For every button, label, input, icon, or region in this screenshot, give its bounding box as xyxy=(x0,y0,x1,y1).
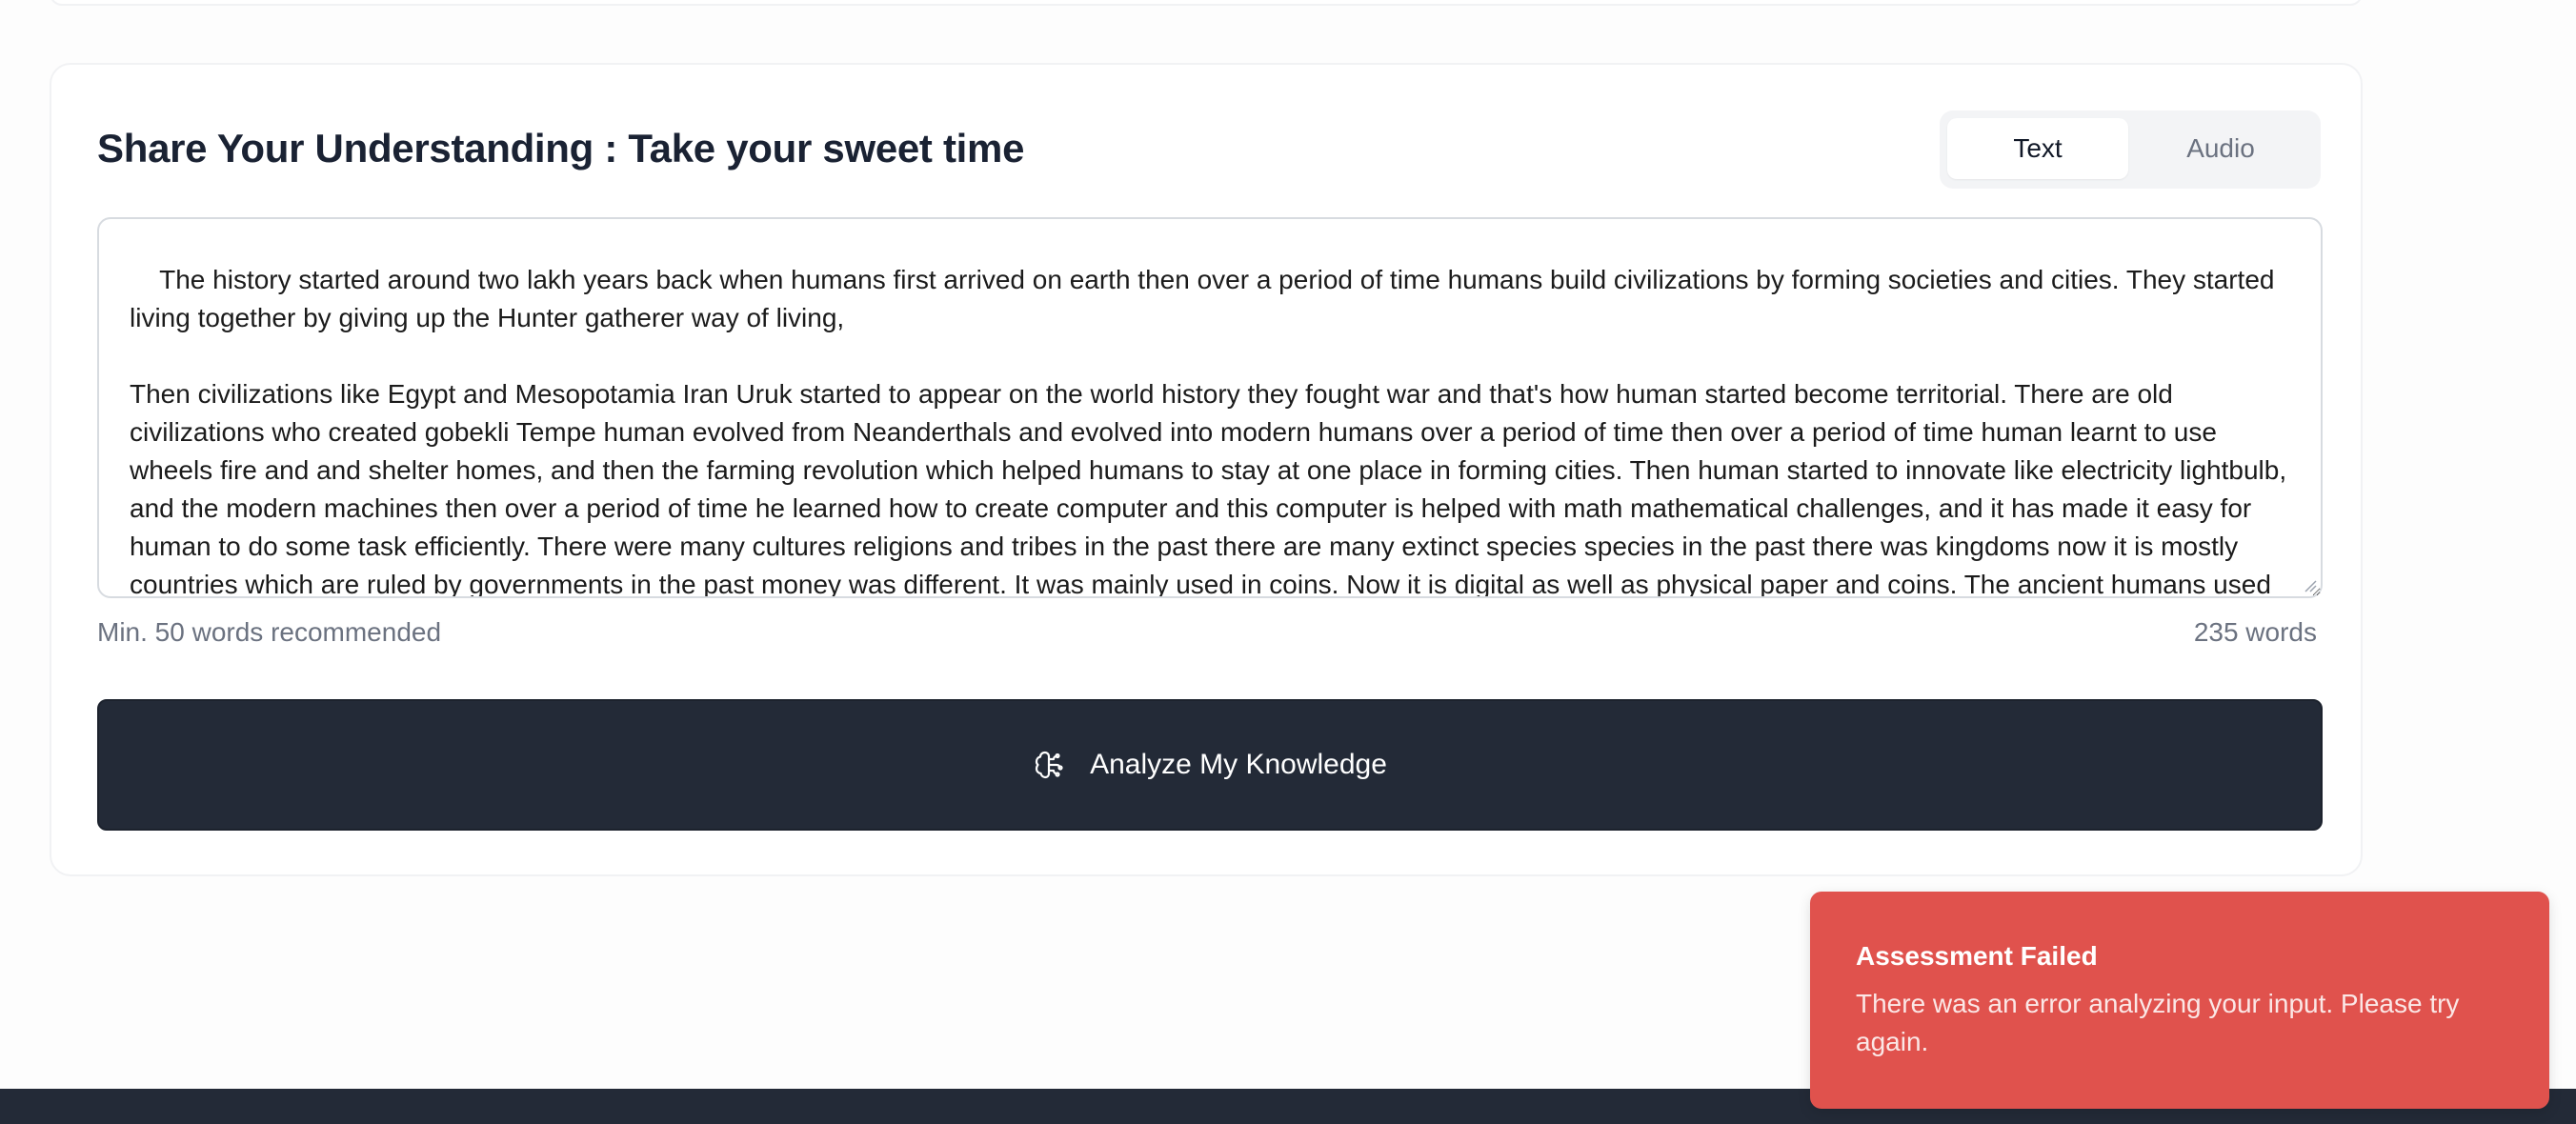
analyze-button-label: Analyze My Knowledge xyxy=(1090,749,1387,780)
toast-message: There was an error analyzing your input.… xyxy=(1856,989,2460,1056)
section-title: Share Your Understanding : Take your swe… xyxy=(97,126,1025,171)
tab-audio[interactable]: Audio xyxy=(2130,118,2311,179)
input-mode-toggle: Text Audio xyxy=(1940,110,2321,189)
response-text: The history started around two lakh year… xyxy=(130,265,2287,598)
error-toast[interactable]: Assessment Failed There was an error ana… xyxy=(1810,892,2549,1109)
tab-text[interactable]: Text xyxy=(1947,118,2128,179)
resize-handle-icon[interactable] xyxy=(2304,579,2317,592)
word-count: 235 words xyxy=(2193,617,2317,647)
toast-title: Assessment Failed xyxy=(1856,941,2098,971)
word-minimum-hint: Min. 50 words recommended xyxy=(97,617,442,647)
share-understanding-card: Share Your Understanding : Take your swe… xyxy=(50,63,2363,876)
response-textarea[interactable]: The history started around two lakh year… xyxy=(97,217,2323,598)
analyze-button[interactable]: Analyze My Knowledge xyxy=(97,699,2323,831)
brain-icon xyxy=(1033,749,1065,781)
previous-card-edge xyxy=(50,0,2363,6)
